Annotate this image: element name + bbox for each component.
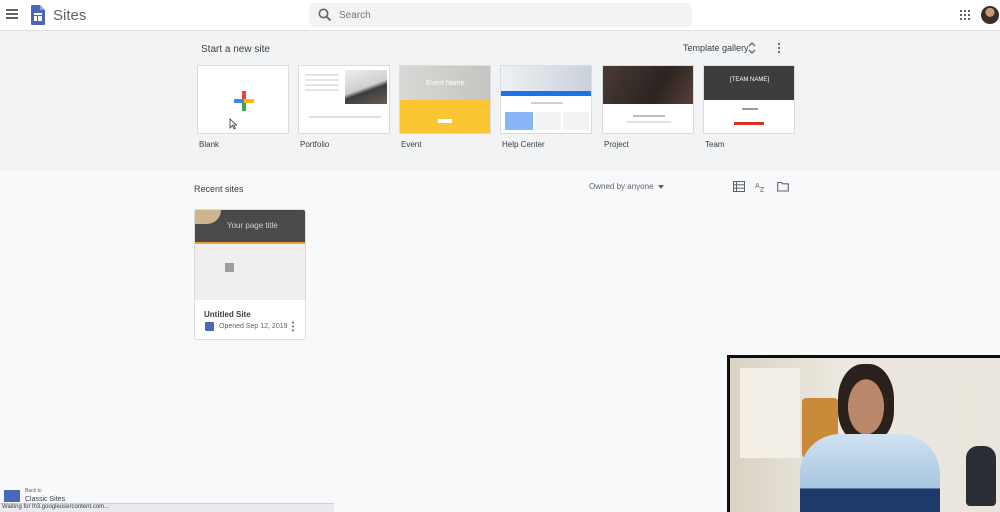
webcam-overlay — [727, 355, 1000, 512]
thumbnail-card — [563, 112, 589, 130]
thumbnail-card-blue — [505, 112, 533, 130]
template-project[interactable] — [602, 65, 694, 134]
template-team[interactable]: [TEAM NAME] — [703, 65, 795, 134]
thumbnail-red-line — [734, 122, 764, 125]
thumbnail-photo — [345, 70, 387, 104]
template-section: Start a new site Template gallery Blank … — [0, 31, 1000, 171]
site-opened-date: Opened Sep 12, 2019 — [219, 323, 288, 330]
thumbnail-hero-text: Event Name — [426, 80, 465, 87]
sites-file-icon — [205, 322, 214, 331]
thumbnail-decor — [195, 210, 221, 224]
app-title[interactable]: Sites — [53, 7, 86, 24]
account-avatar[interactable] — [981, 6, 999, 24]
template-event[interactable]: Event Name — [399, 65, 491, 134]
template-portfolio[interactable] — [298, 65, 390, 134]
caret-down-icon[interactable] — [658, 185, 664, 189]
template-label: Event — [401, 140, 422, 149]
template-blank[interactable] — [197, 65, 289, 134]
template-label: Help Center — [502, 140, 545, 149]
template-gallery-button[interactable]: Template gallery — [683, 43, 749, 53]
browser-status-bar: Waiting for lh3.googleusercontent.com... — [0, 503, 334, 512]
mouse-cursor-icon — [229, 118, 237, 130]
window — [740, 368, 800, 458]
site-name: Untitled Site — [204, 310, 251, 319]
microphone — [966, 446, 996, 506]
search-bar[interactable] — [309, 3, 692, 27]
classic-sites-icon — [4, 490, 20, 502]
recent-sites-title: Recent sites — [194, 184, 244, 194]
thumbnail-hero-text: [TEAM NAME] — [730, 77, 770, 83]
thumbnail-text-line — [627, 121, 671, 123]
svg-text:Z: Z — [760, 187, 765, 192]
template-label: Blank — [199, 140, 220, 149]
start-new-site-title: Start a new site — [201, 44, 270, 55]
site-thumbnail-title: Your page title — [227, 221, 278, 230]
plus-icon — [234, 91, 254, 111]
more-options-icon[interactable] — [291, 321, 295, 332]
thumbnail-card — [535, 112, 561, 130]
site-thumbnail-body — [195, 244, 305, 300]
thumbnail-text-line — [742, 108, 758, 110]
document-icon — [225, 263, 234, 272]
thumbnail-text-line — [633, 115, 665, 117]
main-menu-icon[interactable] — [6, 9, 18, 21]
list-view-icon[interactable] — [733, 181, 745, 192]
person-shirt — [800, 434, 940, 512]
site-card[interactable]: Your page title Untitled Site Opened Sep… — [194, 209, 306, 340]
back-to-classic-sites-link[interactable]: Back to Classic Sites — [0, 486, 78, 504]
thumbnail-hero — [603, 66, 693, 104]
thumbnail-blue-band — [501, 91, 591, 96]
classic-sites-label: Classic Sites — [25, 496, 66, 503]
webcam-video — [730, 358, 1000, 512]
expand-collapse-icon[interactable] — [748, 42, 756, 54]
template-label: Project — [604, 140, 629, 149]
classic-back-text: Back to — [25, 488, 42, 494]
person-head — [838, 364, 894, 442]
owner-filter-dropdown[interactable]: Owned by anyone — [589, 182, 654, 191]
folder-icon[interactable] — [777, 181, 789, 192]
template-label: Team — [705, 140, 725, 149]
thumbnail-text-line — [531, 102, 563, 104]
thumbnail-footer — [309, 116, 381, 118]
template-label: Portfolio — [300, 140, 330, 149]
more-options-icon[interactable] — [776, 42, 782, 54]
thumbnail-text-lines — [305, 74, 339, 92]
top-bar: Sites — [0, 0, 1000, 31]
status-text: Waiting for lh3.googleusercontent.com... — [2, 504, 110, 510]
apps-grid-icon[interactable] — [960, 10, 970, 20]
thumbnail-hero — [501, 66, 591, 91]
template-help-center[interactable] — [500, 65, 592, 134]
sites-logo-icon — [31, 5, 45, 25]
sort-az-icon[interactable]: A Z — [755, 181, 767, 192]
thumbnail-yellow-band — [400, 100, 490, 133]
thumbnail-button — [438, 119, 452, 123]
thumbnail-hero — [704, 66, 794, 100]
search-icon[interactable] — [317, 7, 333, 23]
search-input[interactable] — [339, 6, 679, 24]
